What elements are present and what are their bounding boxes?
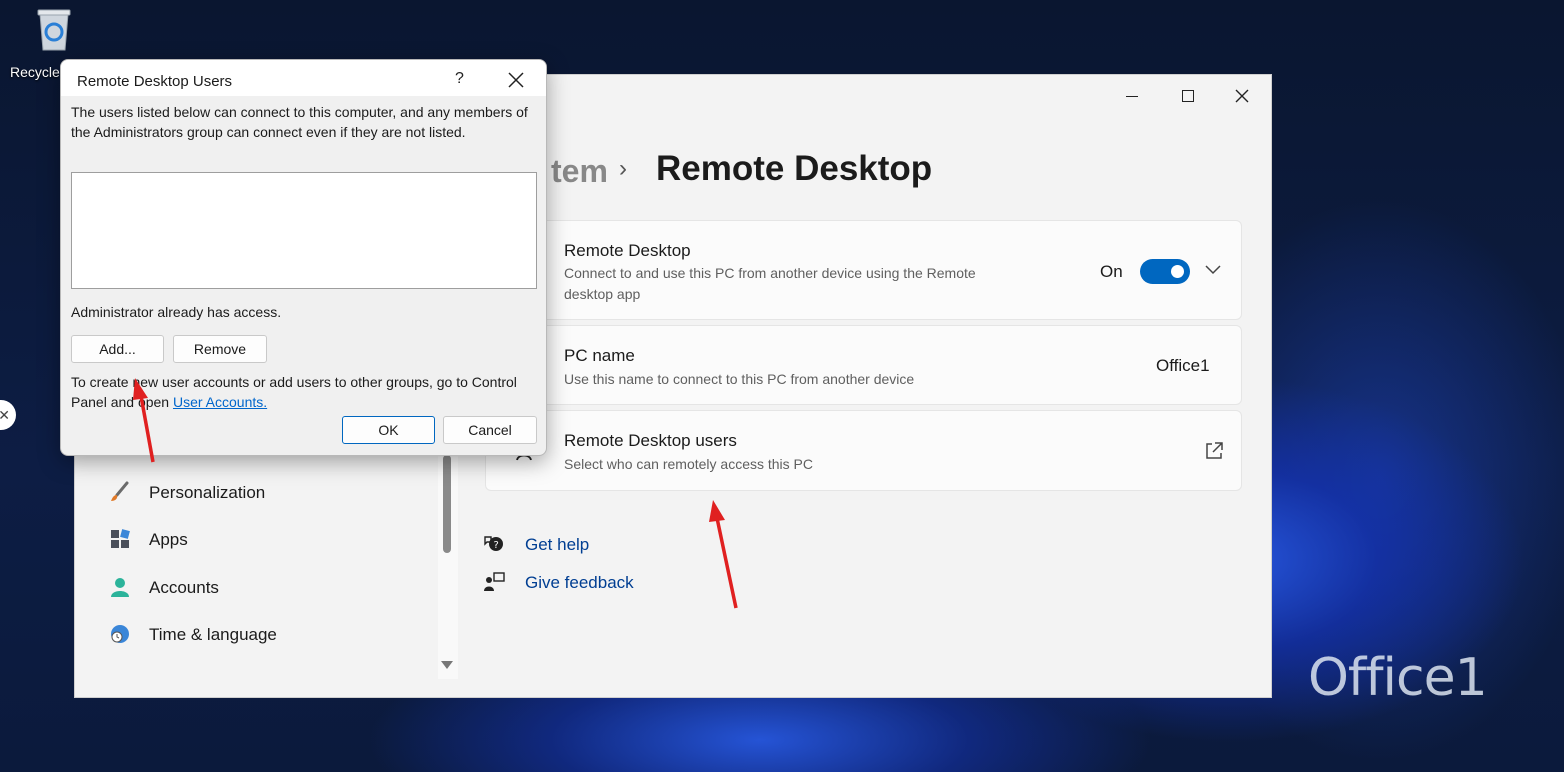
get-help-icon: ?	[484, 536, 503, 551]
open-external-icon[interactable]	[1204, 441, 1224, 461]
maximize-button[interactable]	[1165, 81, 1211, 111]
get-help-link[interactable]: Get help	[525, 535, 589, 555]
dialog-admin-note: Administrator already has access.	[71, 304, 282, 320]
ok-button[interactable]: OK	[342, 416, 435, 444]
chevron-down-icon[interactable]	[1204, 263, 1222, 277]
toggle-state-label: On	[1100, 262, 1123, 281]
sidebar-item-apps[interactable]: Apps	[149, 530, 188, 550]
pc-name-value: Office1	[1156, 356, 1210, 375]
dialog-close-icon[interactable]	[505, 69, 527, 91]
give-feedback-icon	[484, 572, 505, 591]
maximize-icon	[1182, 90, 1194, 102]
desktop-watermark: Office1	[1308, 648, 1488, 708]
give-feedback-link[interactable]: Give feedback	[525, 573, 634, 593]
sidebar-scroll-thumb[interactable]	[443, 455, 451, 553]
remote-desktop-card[interactable]: Remote Desktop Connect to and use this P…	[485, 220, 1242, 320]
remote-desktop-toggle[interactable]	[1140, 259, 1190, 284]
sidebar-item-time-language[interactable]: Time & language	[149, 625, 277, 645]
dialog-footer-label: To create new user accounts or add users…	[71, 374, 517, 410]
dialog-title: Remote Desktop Users	[77, 73, 233, 90]
remote-desktop-desc: Connect to and use this PC from another …	[564, 265, 976, 302]
dialog-footer-text: To create new user accounts or add users…	[71, 372, 541, 412]
toggle-knob	[1171, 265, 1184, 278]
person-icon	[111, 578, 129, 597]
add-button[interactable]: Add...	[71, 335, 164, 363]
user-accounts-link[interactable]: User Accounts.	[173, 394, 267, 410]
cancel-button[interactable]: Cancel	[443, 416, 537, 444]
svg-text:?: ?	[494, 540, 499, 551]
sidebar-item-personalization[interactable]: Personalization	[149, 483, 265, 503]
pc-name-desc: Use this name to connect to this PC from…	[564, 371, 915, 387]
dialog-help-button[interactable]: ?	[455, 70, 464, 88]
rd-users-title: Remote Desktop users	[564, 431, 737, 450]
users-listbox[interactable]	[71, 172, 537, 289]
minimize-button[interactable]	[1109, 81, 1155, 111]
globe-clock-icon	[111, 625, 129, 643]
remote-desktop-users-dialog: Remote Desktop Users ? The users listed …	[60, 59, 547, 456]
remove-button[interactable]: Remove	[173, 335, 267, 363]
pc-name-card: PC name Use this name to connect to this…	[485, 325, 1242, 405]
remote-desktop-users-card[interactable]: Remote Desktop users Select who can remo…	[485, 410, 1242, 491]
breadcrumb-separator: ›	[619, 155, 627, 182]
close-icon	[1235, 89, 1249, 103]
pc-name-title: PC name	[564, 346, 635, 365]
sidebar-item-accounts[interactable]: Accounts	[149, 578, 219, 598]
brush-icon	[111, 481, 129, 501]
page-title: Remote Desktop	[656, 149, 933, 188]
remote-desktop-title: Remote Desktop	[564, 241, 691, 260]
breadcrumb-system[interactable]: tem	[551, 153, 608, 190]
recycle-bin-icon	[37, 9, 71, 51]
recycle-bin-label: Recycle	[10, 64, 60, 80]
dialog-intro-text: The users listed below can connect to th…	[71, 104, 528, 140]
apps-icon	[111, 529, 130, 548]
close-window-button[interactable]	[1219, 81, 1265, 111]
rd-users-desc: Select who can remotely access this PC	[564, 456, 813, 472]
scroll-down-icon[interactable]	[441, 661, 453, 669]
minimize-icon	[1126, 95, 1138, 97]
